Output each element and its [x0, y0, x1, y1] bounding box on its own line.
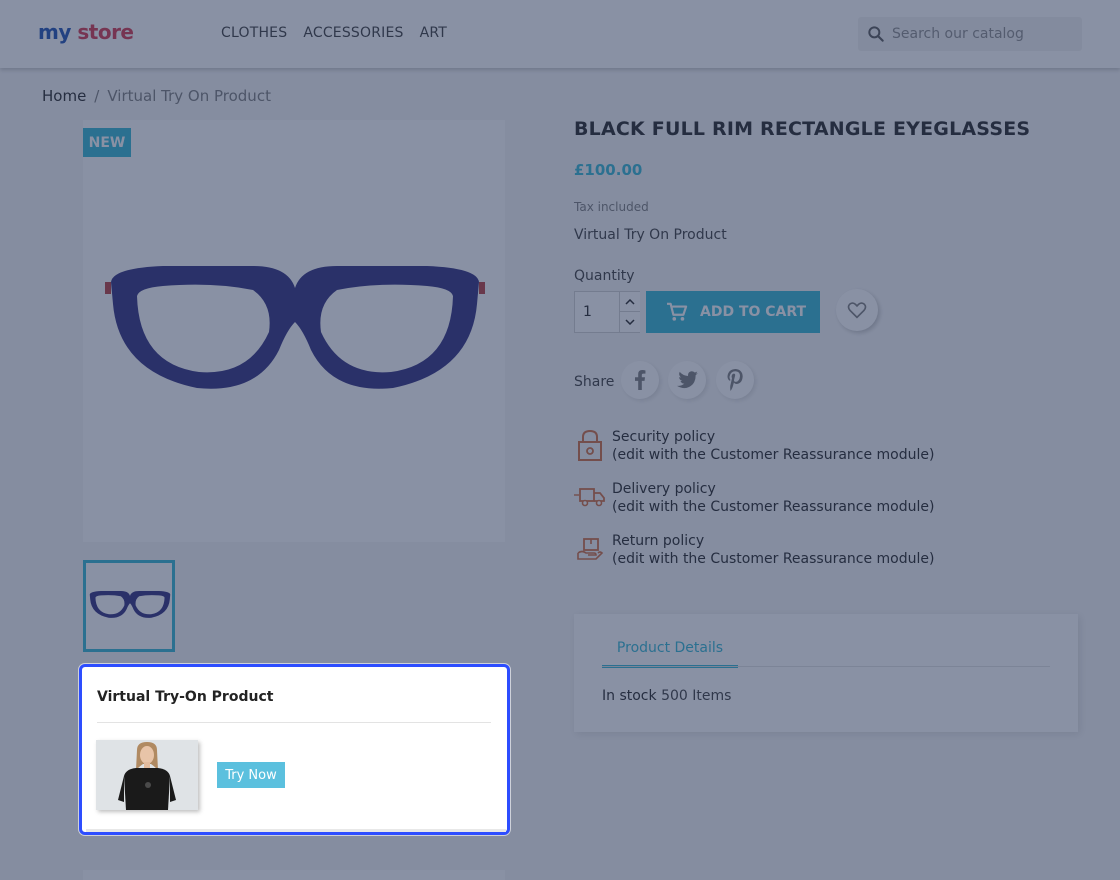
vto-divider [97, 722, 491, 723]
quantity-stepper [574, 291, 640, 333]
delivery-truck-icon [574, 488, 605, 507]
breadcrumb: Home / Virtual Try On Product [42, 87, 271, 105]
share-pinterest-button[interactable] [716, 361, 754, 399]
site-header: my store CLOTHES ACCESSORIES ART [0, 0, 1120, 68]
search-icon[interactable] [866, 24, 886, 44]
heart-icon [847, 302, 867, 319]
policy-return-note: (edit with the Customer Reassurance modu… [612, 551, 935, 567]
share-facebook-button[interactable] [621, 361, 659, 399]
new-badge: NEW [83, 128, 131, 157]
policy-security: Security policy (edit with the Customer … [574, 428, 934, 464]
tab-divider [602, 666, 1050, 667]
facebook-icon [635, 370, 646, 390]
policy-security-note: (edit with the Customer Reassurance modu… [612, 447, 935, 463]
eyeglasses-image [105, 266, 485, 389]
nav-art[interactable]: ART [420, 25, 447, 41]
policy-return-title: Return policy [612, 533, 705, 549]
quantity-decrease-button[interactable] [619, 312, 640, 332]
search-input[interactable] [892, 24, 1072, 44]
quantity-increase-button[interactable] [619, 292, 640, 312]
breadcrumb-separator: / [94, 87, 100, 105]
search-box [858, 17, 1082, 51]
stock-label: In stock [602, 688, 657, 704]
model-photo[interactable] [96, 740, 198, 810]
chevron-down-icon [625, 319, 635, 325]
product-title: BLACK FULL RIM RECTANGLE EYEGLASSES [574, 118, 1031, 140]
cart-icon [667, 302, 688, 321]
pinterest-icon [727, 369, 743, 391]
virtual-try-on-panel: Virtual Try-On Product Try Now [79, 664, 510, 835]
add-to-cart-label: ADD TO CART [700, 304, 807, 320]
product-details-panel: Product Details In stock 500 Items [574, 614, 1078, 732]
tax-note: Tax included [574, 200, 649, 214]
gallery-bottom-strip [83, 870, 505, 880]
breadcrumb-home[interactable]: Home [42, 87, 86, 105]
vto-title: Virtual Try-On Product [97, 689, 274, 705]
store-logo[interactable]: my store [38, 20, 134, 44]
policy-return: Return policy (edit with the Customer Re… [574, 532, 934, 568]
vto-bottom-bar [86, 829, 506, 832]
wishlist-button[interactable] [836, 289, 878, 331]
breadcrumb-current[interactable]: Virtual Try On Product [107, 87, 271, 105]
stock-value: 500 Items [661, 688, 732, 704]
share-twitter-button[interactable] [668, 361, 706, 399]
product-thumbnail[interactable] [83, 560, 175, 652]
quantity-label: Quantity [574, 268, 635, 284]
return-package-icon [577, 538, 604, 560]
nav-accessories[interactable]: ACCESSORIES [303, 25, 403, 41]
add-to-cart-button[interactable]: ADD TO CART [646, 291, 820, 333]
main-nav: CLOTHES ACCESSORIES ART [221, 25, 447, 41]
twitter-icon [677, 371, 698, 389]
try-now-button[interactable]: Try Now [217, 762, 285, 788]
product-main-image[interactable]: NEW [83, 120, 505, 542]
product-short-description: Virtual Try On Product [574, 227, 727, 243]
policy-security-title: Security policy [612, 429, 716, 445]
tab-product-details[interactable]: Product Details [602, 634, 738, 668]
lock-icon [578, 429, 602, 461]
chevron-up-icon [625, 298, 635, 305]
product-price: £100.00 [574, 161, 643, 179]
nav-clothes[interactable]: CLOTHES [221, 25, 287, 41]
stock-info: In stock 500 Items [602, 688, 731, 704]
quantity-input[interactable] [575, 292, 619, 332]
policy-delivery: Delivery policy (edit with the Customer … [574, 480, 934, 516]
share-label: Share [574, 374, 615, 390]
policy-delivery-note: (edit with the Customer Reassurance modu… [612, 499, 935, 515]
policy-delivery-title: Delivery policy [612, 481, 716, 497]
eyeglasses-thumbnail-image [89, 591, 171, 618]
model-image [96, 740, 198, 810]
